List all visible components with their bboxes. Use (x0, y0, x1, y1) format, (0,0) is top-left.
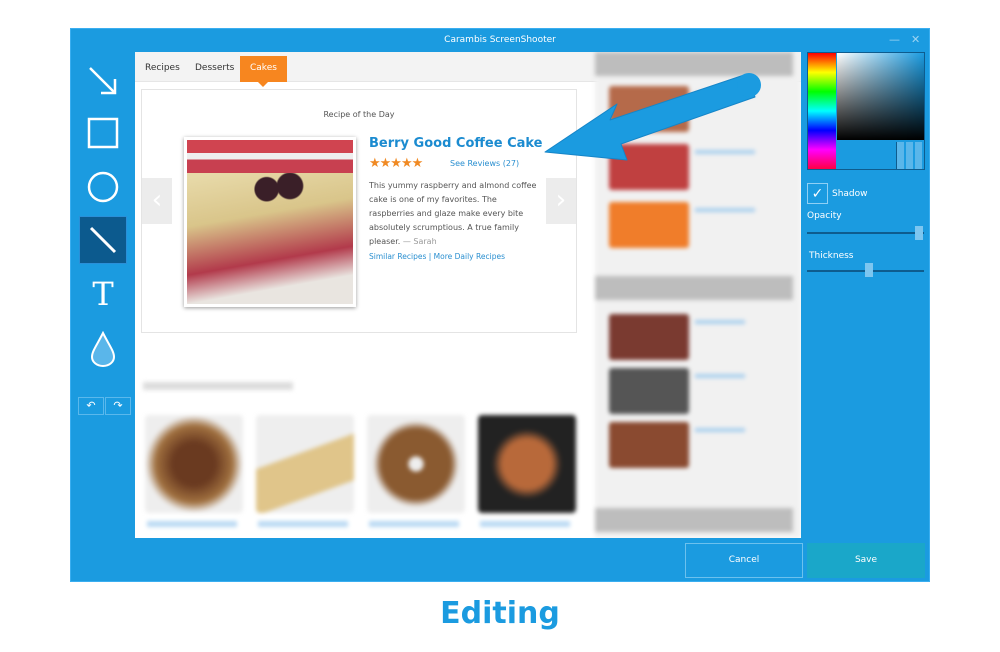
line-icon (89, 226, 117, 254)
save-button[interactable]: Save (807, 543, 925, 578)
thickness-label: Thickness (809, 251, 854, 261)
opacity-slider-handle[interactable] (915, 226, 923, 240)
arrow-tool[interactable] (79, 57, 127, 105)
drop-icon (90, 331, 116, 367)
arrow-icon (89, 67, 117, 95)
palette-grid-icon[interactable] (896, 142, 923, 169)
rectangle-tool[interactable] (79, 109, 127, 157)
square-icon (87, 117, 119, 149)
line-tool[interactable] (79, 216, 127, 264)
circle-icon (87, 171, 119, 203)
blur-tool[interactable] (79, 325, 127, 373)
window-title: Carambis ScreenShooter (444, 35, 556, 45)
annotation-arrow[interactable] (135, 52, 801, 538)
thickness-slider-handle[interactable] (865, 263, 873, 277)
caption: Editing (440, 596, 560, 631)
text-tool[interactable]: T (79, 270, 127, 318)
hue-slider[interactable] (808, 53, 836, 169)
color-picker[interactable] (807, 52, 925, 170)
opacity-slider[interactable] (807, 232, 924, 234)
screenshot-canvas[interactable]: Recipes Desserts Cakes Recipe of the Day… (135, 52, 801, 538)
saturation-value-area[interactable] (837, 53, 924, 140)
ellipse-tool[interactable] (79, 163, 127, 211)
shadow-label: Shadow (832, 189, 868, 199)
redo-button[interactable]: ↷ (105, 397, 131, 415)
text-icon: T (92, 275, 114, 313)
minimize-icon[interactable]: — (889, 33, 900, 46)
undo-button[interactable]: ↶ (78, 397, 104, 415)
shadow-checkbox[interactable]: ✓ (807, 183, 828, 204)
close-icon[interactable]: ✕ (911, 33, 920, 46)
cancel-button[interactable]: Cancel (685, 543, 803, 578)
opacity-label: Opacity (807, 211, 842, 221)
editor-window: Carambis ScreenShooter — ✕ T ↶ ↷ Recipes… (70, 28, 930, 582)
